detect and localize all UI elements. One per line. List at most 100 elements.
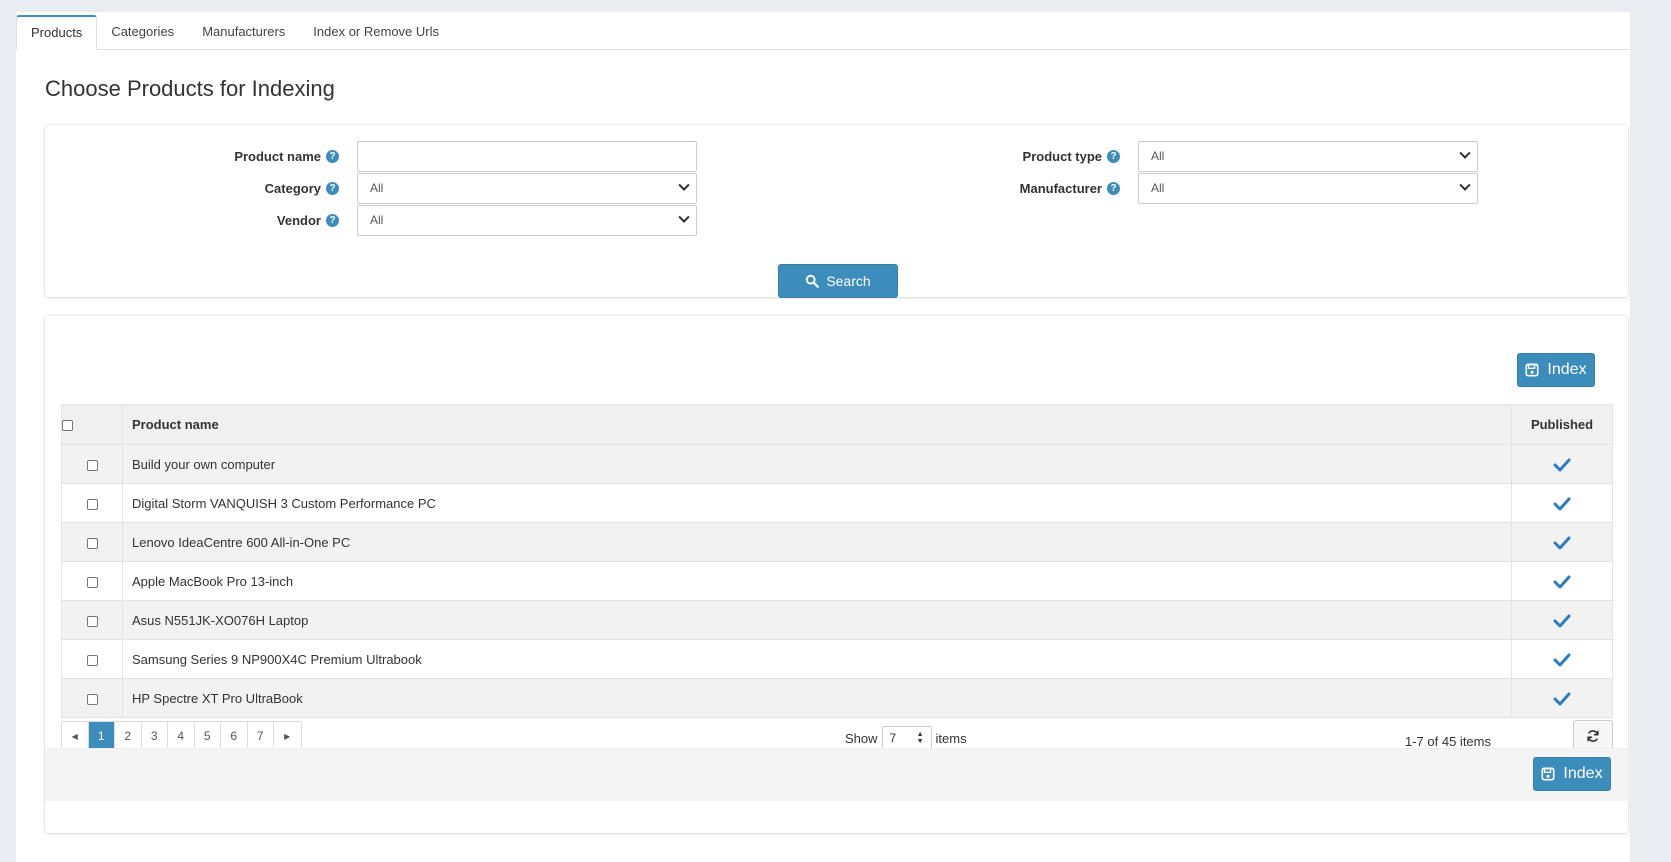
page-link-7[interactable]: 7 xyxy=(248,722,274,751)
row-checkbox-cell xyxy=(61,483,123,523)
product-name-cell: Digital Storm VANQUISH 3 Custom Performa… xyxy=(122,483,1512,523)
manufacturer-select-value: All xyxy=(1151,181,1165,195)
select-all-cell xyxy=(61,404,123,445)
manufacturer-label-wrap: Manufacturer ? xyxy=(826,181,1126,196)
index-button-top[interactable]: Index xyxy=(1517,353,1595,387)
vendor-select[interactable]: All xyxy=(357,205,697,236)
row-checkbox-cell xyxy=(61,561,123,601)
published-cell xyxy=(1511,522,1613,562)
category-select[interactable]: All xyxy=(357,173,697,204)
table-row: Samsung Series 9 NP900X4C Premium Ultrab… xyxy=(61,639,1613,679)
page-size-value: 7 xyxy=(889,731,897,745)
items-label: items xyxy=(935,730,967,746)
table-header-row: Product name Published xyxy=(61,404,1613,445)
index-button-label: Index xyxy=(1547,361,1587,378)
page-link-1[interactable]: 1 xyxy=(88,722,115,751)
table-row: Build your own computer xyxy=(61,444,1613,484)
table-row: HP Spectre XT Pro UltraBook xyxy=(61,678,1613,718)
tab-index-or-remove-urls[interactable]: Index or Remove Urls xyxy=(299,15,453,50)
row-checkbox[interactable] xyxy=(86,654,98,666)
category-select-value: All xyxy=(370,181,384,195)
check-icon xyxy=(1553,651,1571,667)
table-row: Asus N551JK-XO076H Laptop xyxy=(61,600,1613,640)
page-link-2[interactable]: 2 xyxy=(115,722,142,751)
page-link-5[interactable]: 5 xyxy=(195,722,221,751)
row-checkbox[interactable] xyxy=(86,537,98,549)
category-label: Category xyxy=(264,181,321,196)
updown-icon: ▲ ▼ xyxy=(916,731,924,745)
search-button[interactable]: Search xyxy=(778,264,898,298)
product-name-cell: Apple MacBook Pro 13-inch xyxy=(122,561,1512,601)
row-checkbox[interactable] xyxy=(86,615,98,627)
pager-range-info: 1-7 of 45 items xyxy=(1405,734,1491,749)
card-footer xyxy=(45,748,1628,801)
product-name-label-wrap: Product name ? xyxy=(45,149,345,164)
product-name-cell: HP Spectre XT Pro UltraBook xyxy=(122,678,1512,718)
page-link-4[interactable]: 4 xyxy=(168,722,195,751)
arrow-left-icon[interactable]: ◀ xyxy=(62,722,89,751)
product-type-select-value: All xyxy=(1151,149,1165,163)
row-checkbox[interactable] xyxy=(86,498,98,510)
help-icon[interactable]: ? xyxy=(1107,150,1120,163)
vendor-label: Vendor xyxy=(276,213,321,228)
category-row: Category ? All xyxy=(45,173,697,204)
category-label-wrap: Category ? xyxy=(45,181,345,196)
published-cell xyxy=(1511,678,1613,718)
index-button-label: Index xyxy=(1563,765,1603,782)
search-button-label: Search xyxy=(826,273,871,289)
product-type-label: Product type xyxy=(1022,149,1102,164)
manufacturer-select[interactable]: All xyxy=(1138,173,1478,204)
product-name-cell: Samsung Series 9 NP900X4C Premium Ultrab… xyxy=(122,639,1512,679)
product-name-row: Product name ? xyxy=(45,141,697,172)
index-button-bottom[interactable]: Index xyxy=(1533,757,1611,791)
vendor-row: Vendor ? All xyxy=(45,205,697,236)
results-panel: Index Product name Published Build your … xyxy=(45,316,1628,833)
column-header-product-name[interactable]: Product name xyxy=(122,404,1512,445)
row-checkbox[interactable] xyxy=(86,693,98,705)
refresh-button[interactable] xyxy=(1573,720,1613,751)
product-name-cell: Lenovo IdeaCentre 600 All-in-One PC xyxy=(122,522,1512,562)
products-table: Product name Published Build your own co… xyxy=(61,404,1613,718)
row-checkbox[interactable] xyxy=(86,576,98,588)
tab-products[interactable]: Products xyxy=(16,15,98,50)
row-checkbox-cell xyxy=(61,444,123,484)
check-icon xyxy=(1553,690,1571,706)
page-title: Choose Products for Indexing xyxy=(45,76,335,101)
help-icon[interactable]: ? xyxy=(326,150,339,163)
product-name-cell: Asus N551JK-XO076H Laptop xyxy=(122,600,1512,640)
product-type-row: Product type ? All xyxy=(826,141,1478,172)
vendor-select-value: All xyxy=(370,213,384,227)
row-checkbox-cell xyxy=(61,639,123,679)
column-header-published[interactable]: Published xyxy=(1511,404,1613,445)
row-checkbox[interactable] xyxy=(86,459,98,471)
help-icon[interactable]: ? xyxy=(326,182,339,195)
help-icon[interactable]: ? xyxy=(1107,182,1120,195)
chevron-down-icon xyxy=(1459,179,1471,191)
page-size-select[interactable]: 7 ▲ ▼ xyxy=(881,726,932,750)
select-all-checkbox[interactable] xyxy=(62,420,73,432)
page-link-6[interactable]: 6 xyxy=(221,722,248,751)
tab-categories[interactable]: Categories xyxy=(97,15,188,50)
product-type-label-wrap: Product type ? xyxy=(826,149,1126,164)
show-label: Show xyxy=(845,730,878,746)
arrow-right-icon[interactable]: ▶ xyxy=(274,722,301,751)
chevron-down-icon xyxy=(1459,147,1471,159)
row-checkbox-cell xyxy=(61,522,123,562)
row-checkbox-cell xyxy=(61,600,123,640)
manufacturer-label: Manufacturer xyxy=(1019,181,1102,196)
chevron-down-icon xyxy=(678,211,690,223)
tab-manufacturers[interactable]: Manufacturers xyxy=(188,15,299,50)
product-type-select[interactable]: All xyxy=(1138,141,1478,172)
help-icon[interactable]: ? xyxy=(326,214,339,227)
published-cell xyxy=(1511,483,1613,523)
manufacturer-row: Manufacturer ? All xyxy=(826,173,1478,204)
page: Products Categories Manufacturers Index … xyxy=(16,12,1630,862)
published-cell xyxy=(1511,600,1613,640)
product-name-input[interactable] xyxy=(357,141,697,172)
search-panel: Product name ? Category ? All Vendor ? A… xyxy=(45,125,1628,298)
page-link-3[interactable]: 3 xyxy=(142,722,168,751)
search-icon xyxy=(806,274,820,288)
check-icon xyxy=(1553,612,1571,628)
page-size-control: Show 7 ▲ ▼ items xyxy=(845,726,967,750)
check-icon xyxy=(1553,534,1571,550)
